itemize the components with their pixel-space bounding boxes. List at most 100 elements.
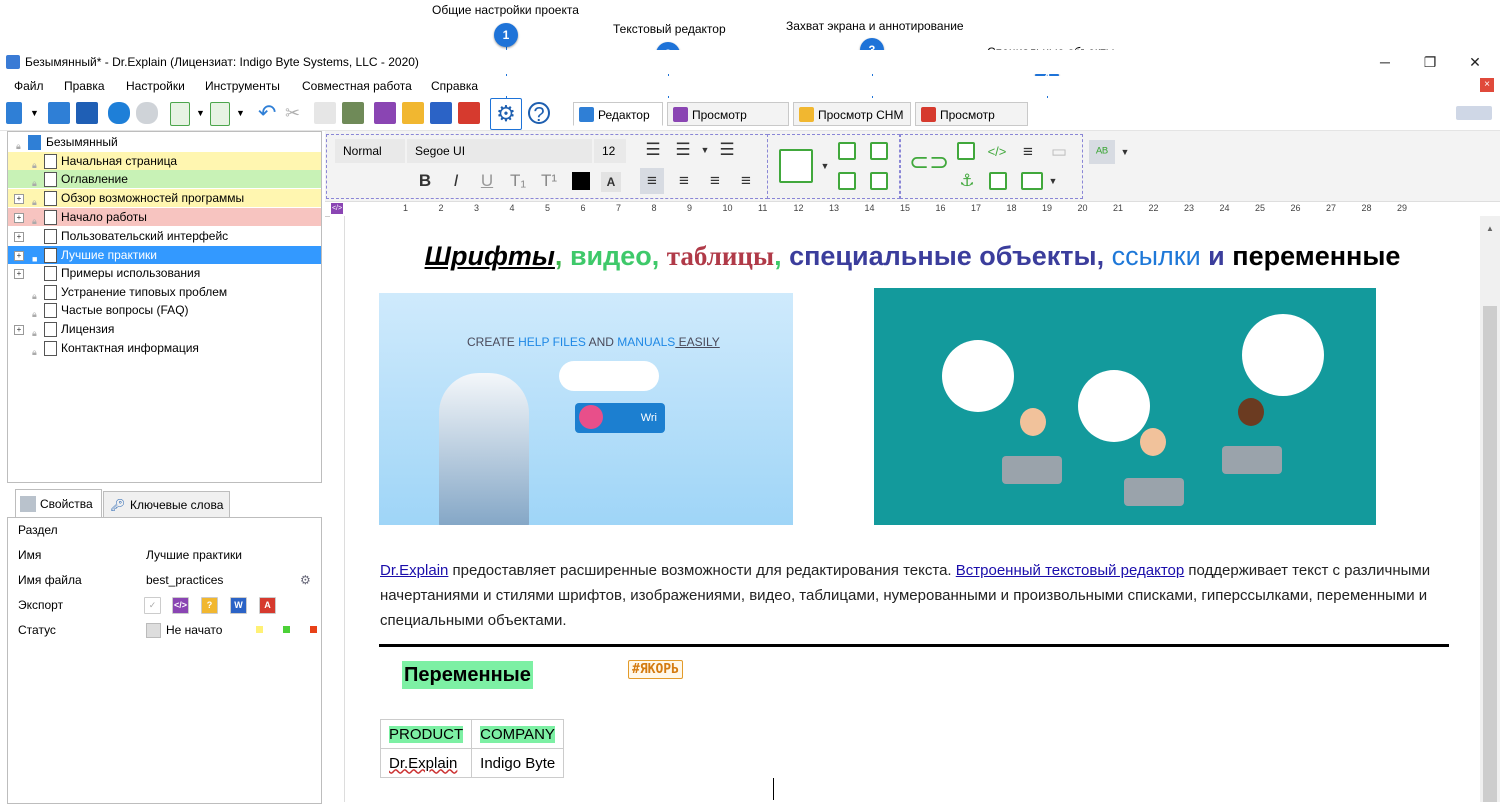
video-icon[interactable] [957, 142, 975, 160]
tree-item[interactable]: + 🔒︎ Начало работы [8, 208, 321, 226]
menu-edit[interactable]: Правка [64, 79, 105, 93]
paste-icon[interactable] [342, 102, 364, 124]
cloud-download-icon[interactable] [136, 102, 158, 124]
export-word-toggle-icon[interactable]: W [230, 597, 247, 614]
underline-icon[interactable]: U [477, 171, 497, 191]
tab-pdf-preview[interactable]: Просмотр PDF [915, 102, 1028, 146]
add-child-dropdown-icon[interactable]: ▼ [236, 102, 246, 124]
numbered-list-dropdown-icon[interactable]: ▼ [695, 140, 715, 160]
bullet-list-icon[interactable]: ☰ [643, 140, 663, 160]
expand-icon[interactable]: + [14, 232, 24, 242]
text-block-icon[interactable]: ≡ [1018, 142, 1038, 162]
vertical-scrollbar[interactable]: ▲ [1480, 216, 1500, 802]
align-left-icon[interactable]: ≡ [640, 168, 664, 194]
tree-item[interactable]: + 🔒︎ Лицензия [8, 320, 321, 338]
annotate-icon[interactable] [870, 172, 888, 190]
table-icon[interactable] [989, 172, 1007, 190]
alpha-list-icon[interactable]: ☰ [717, 140, 737, 160]
restore-button[interactable]: ❐ [1415, 53, 1445, 71]
table-cell[interactable]: Dr.Explain [379, 748, 473, 778]
tab-keywords[interactable]: 🔑︎ Ключевые слова [103, 491, 230, 518]
insert-image-icon[interactable] [779, 149, 813, 183]
menu-collab[interactable]: Совместная работа [302, 79, 412, 93]
tab-html-preview[interactable]: Просмотр HTML [667, 102, 789, 146]
align-right-icon[interactable]: ≡ [705, 171, 725, 191]
tab-properties[interactable]: Свойства [15, 489, 102, 518]
export-check-icon[interactable]: ✓ [144, 597, 161, 614]
export-pdf-toggle-icon[interactable]: A [259, 597, 276, 614]
spellcheck-dropdown-icon[interactable]: ▼ [1115, 142, 1135, 162]
undo-icon[interactable]: ↶ [258, 102, 280, 124]
text-color-icon[interactable] [572, 172, 590, 190]
export-pdf-icon[interactable] [458, 102, 480, 124]
new-project-icon[interactable] [6, 102, 22, 124]
feedback-icon[interactable] [1456, 106, 1492, 120]
capture-region-icon[interactable] [838, 172, 856, 190]
subscript-icon[interactable]: T₁ [508, 171, 528, 191]
drexplain-link[interactable]: Dr.Explain [380, 562, 448, 579]
status-swatch-icon[interactable] [146, 623, 161, 638]
align-center-icon[interactable]: ≡ [674, 171, 694, 191]
tree-item[interactable]: 🔒︎ Устранение типовых проблем [8, 283, 321, 301]
tree-item[interactable]: 🔒︎ Начальная страница [8, 152, 321, 170]
add-topic-icon[interactable] [170, 102, 190, 126]
anchor-icon[interactable]: ⚓ [957, 171, 977, 191]
page-break-icon[interactable]: ▭ [1049, 142, 1069, 162]
table-cell[interactable]: Indigo Byte [471, 748, 565, 778]
export-html-icon[interactable] [374, 102, 396, 124]
file-settings-icon[interactable]: ⚙ [300, 568, 311, 592]
copy-icon[interactable] [314, 102, 336, 124]
scroll-up-icon[interactable]: ▲ [1486, 224, 1494, 233]
menu-help[interactable]: Справка [431, 79, 478, 93]
prop-file-value[interactable]: best_practices [146, 568, 223, 592]
expand-icon[interactable]: + [14, 325, 24, 335]
tree-item[interactable]: + 🔒︎ Обзор возможностей программы [8, 189, 321, 207]
minimize-button[interactable]: ─ [1370, 53, 1400, 71]
status-red-icon[interactable] [310, 626, 317, 633]
new-dropdown-icon[interactable]: ▼ [30, 102, 40, 124]
screenshot-icon[interactable] [838, 142, 856, 160]
export-chm-icon[interactable] [402, 102, 424, 124]
tab-chm-preview[interactable]: Просмотр CHM [793, 102, 911, 126]
bold-icon[interactable]: B [415, 171, 435, 191]
expand-icon[interactable]: + [14, 269, 24, 279]
size-select[interactable]: 12 [594, 139, 626, 163]
tree-item-selected[interactable]: + ■ Лучшие практики [8, 246, 321, 264]
insert-image-dropdown-icon[interactable]: ▼ [815, 156, 835, 176]
expand-icon[interactable]: + [14, 194, 24, 204]
table-cell[interactable]: COMPANY [471, 719, 565, 749]
cut-icon[interactable]: ✂ [285, 102, 307, 124]
justify-icon[interactable]: ≡ [736, 171, 756, 191]
document-canvas[interactable]: Шрифты, видео, таблицы, специальные объе… [345, 216, 1480, 802]
menu-settings[interactable]: Настройки [126, 79, 185, 93]
scrollbar-thumb[interactable] [1483, 306, 1497, 802]
status-yellow-icon[interactable] [256, 626, 263, 633]
close-window-button[interactable]: ✕ [1460, 53, 1490, 71]
anchor-tag[interactable]: #ЯКОРЬ [628, 660, 683, 679]
superscript-icon[interactable]: T¹ [539, 171, 559, 191]
variable-icon[interactable] [1021, 172, 1043, 190]
status-green-icon[interactable] [283, 626, 290, 633]
tree-item[interactable]: + Примеры использования [8, 264, 321, 282]
prop-status-value[interactable]: Не начато [166, 618, 222, 642]
tree-item[interactable]: 🔒︎ Оглавление [8, 170, 321, 188]
expand-icon[interactable]: + [14, 213, 24, 223]
highlight-icon[interactable]: A [601, 172, 621, 192]
text-editor-link[interactable]: Встроенный текстовый редактор [956, 562, 1184, 579]
add-topic-dropdown-icon[interactable]: ▼ [196, 102, 206, 124]
add-child-topic-icon[interactable] [210, 102, 230, 126]
open-icon[interactable] [48, 102, 70, 124]
numbered-list-icon[interactable]: ☰ [673, 140, 693, 160]
menu-tools[interactable]: Инструменты [205, 79, 280, 93]
tree-root[interactable]: 🔒︎ Безымянный [8, 133, 321, 151]
html-code-icon[interactable]: </> [987, 142, 1007, 162]
prop-name-value[interactable]: Лучшие практики [146, 543, 242, 567]
expand-icon[interactable]: + [14, 251, 24, 261]
export-word-icon[interactable] [430, 102, 452, 124]
capture-window-icon[interactable] [870, 142, 888, 160]
spellcheck-icon[interactable]: ᴬᴮ [1089, 140, 1115, 164]
team-collaboration-image[interactable] [874, 288, 1376, 525]
table-cell[interactable]: PRODUCT [379, 719, 473, 749]
ruler-code-icon[interactable]: </> [331, 203, 343, 214]
variable-dropdown-icon[interactable]: ▼ [1043, 171, 1063, 191]
